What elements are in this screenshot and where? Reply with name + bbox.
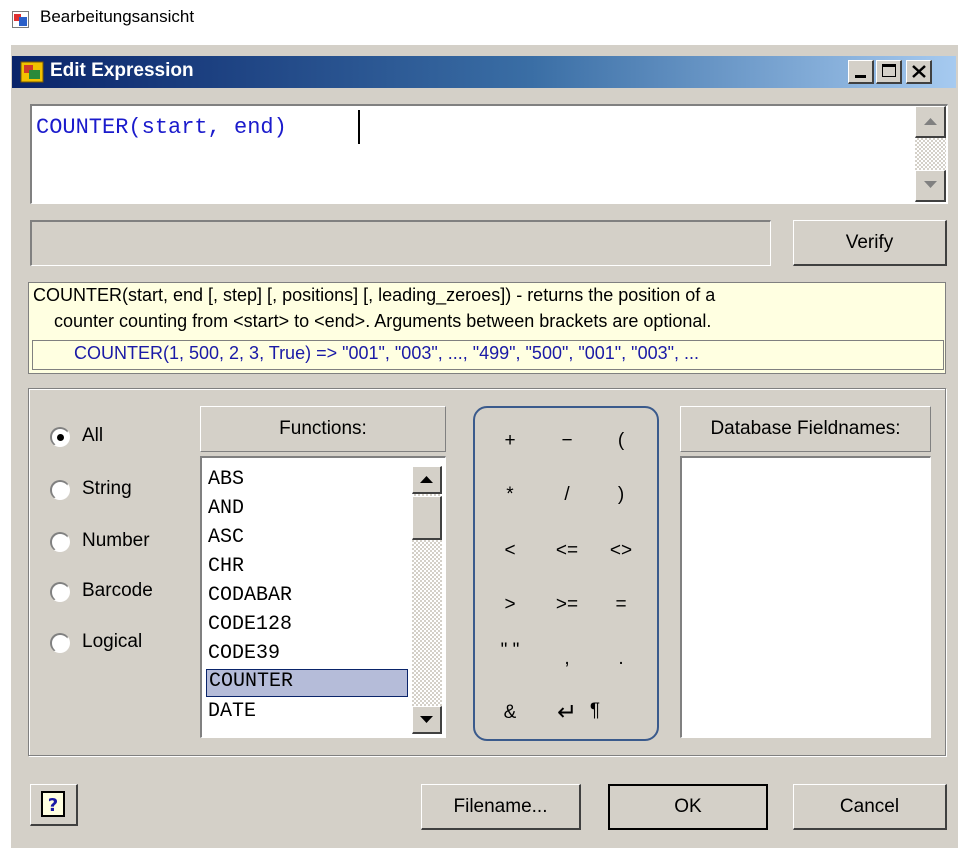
help-line-2: counter counting from <start> to <end>. …	[54, 311, 712, 331]
scroll-down-button[interactable]	[915, 170, 946, 202]
radio-all-label[interactable]: All	[82, 425, 103, 447]
maximize-button[interactable]	[876, 60, 902, 84]
arrow-down-icon	[924, 181, 937, 188]
op-dot[interactable]: .	[601, 648, 641, 670]
op-less[interactable]: <	[490, 540, 530, 562]
verify-button[interactable]: Verify	[793, 220, 947, 266]
text-cursor	[358, 110, 360, 144]
close-button[interactable]	[906, 60, 932, 84]
app-title: Bearbeitungsansicht	[40, 7, 195, 26]
list-item-abs[interactable]: ABS	[208, 468, 244, 491]
functions-scroll-up[interactable]	[412, 466, 442, 494]
ok-button[interactable]: OK	[608, 784, 768, 830]
operators-panel: + − ( * / ) < <= <> > >= = " " , . & ↵ ¶	[473, 406, 659, 741]
list-item-and[interactable]: AND	[208, 497, 244, 520]
radio-string-label[interactable]: String	[82, 478, 132, 500]
radio-string[interactable]	[50, 480, 70, 500]
arrow-up-icon	[924, 118, 937, 125]
radio-number-label[interactable]: Number	[82, 530, 150, 552]
radio-logical[interactable]	[50, 633, 70, 653]
op-rparen[interactable]: )	[601, 484, 641, 506]
op-equal[interactable]: =	[601, 594, 641, 616]
minimize-button[interactable]	[848, 60, 874, 84]
list-item-code128[interactable]: CODE128	[208, 613, 292, 636]
maximize-icon	[882, 64, 896, 77]
op-paragraph[interactable]: ¶	[575, 700, 615, 722]
functions-scroll-down[interactable]	[412, 706, 442, 734]
radio-barcode[interactable]	[50, 582, 70, 602]
filename-button[interactable]: Filename...	[421, 784, 581, 830]
verify-status-field	[30, 220, 771, 266]
list-item-counter-selected[interactable]: COUNTER	[206, 669, 408, 697]
list-item-date[interactable]: DATE	[208, 700, 256, 723]
help-icon: ?	[41, 791, 65, 817]
help-button[interactable]: ?	[30, 784, 78, 826]
radio-selected-dot	[57, 434, 64, 441]
op-plus[interactable]: +	[490, 430, 530, 452]
op-lparen[interactable]: (	[601, 430, 641, 452]
help-example: COUNTER(1, 500, 2, 3, True) => "001", "0…	[74, 343, 699, 363]
database-fieldnames-list[interactable]	[680, 456, 931, 738]
functions-scroll-thumb[interactable]	[412, 496, 442, 540]
op-greater-equal[interactable]: >=	[547, 594, 587, 616]
close-icon	[912, 65, 926, 78]
list-item-chr[interactable]: CHR	[208, 555, 244, 578]
expression-text[interactable]: COUNTER(start, end)	[36, 115, 287, 140]
radio-all[interactable]	[50, 427, 70, 447]
radio-number[interactable]	[50, 532, 70, 552]
op-divide[interactable]: /	[547, 484, 587, 506]
op-multiply[interactable]: *	[490, 484, 530, 506]
list-item-asc[interactable]: ASC	[208, 526, 244, 549]
help-line-1: COUNTER(start, end [, step] [, positions…	[33, 285, 716, 305]
list-item-codabar[interactable]: CODABAR	[208, 584, 292, 607]
radio-logical-label[interactable]: Logical	[82, 631, 142, 653]
op-comma[interactable]: ,	[547, 648, 587, 670]
scroll-up-button[interactable]	[915, 106, 946, 138]
list-item-code39[interactable]: CODE39	[208, 642, 280, 665]
op-greater[interactable]: >	[490, 594, 530, 616]
op-ampersand[interactable]: &	[490, 702, 530, 724]
app-icon	[12, 11, 29, 28]
op-less-equal[interactable]: <=	[547, 540, 587, 562]
arrow-down-icon	[420, 716, 433, 723]
functions-header: Functions:	[200, 406, 446, 452]
dialog-icon	[20, 60, 44, 84]
arrow-up-icon	[420, 476, 433, 483]
svg-text:?: ?	[48, 795, 58, 816]
radio-barcode-label[interactable]: Barcode	[82, 580, 153, 602]
minimize-icon	[855, 75, 866, 78]
database-header: Database Fieldnames:	[680, 406, 931, 452]
cancel-button[interactable]: Cancel	[793, 784, 947, 830]
op-minus[interactable]: −	[547, 430, 587, 452]
op-quotes[interactable]: " "	[490, 640, 530, 662]
op-not-equal[interactable]: <>	[601, 540, 641, 562]
functions-list[interactable]: ABS AND ASC CHR CODABAR CODE128 CODE39 C…	[200, 456, 446, 738]
dialog-title: Edit Expression	[50, 60, 194, 81]
